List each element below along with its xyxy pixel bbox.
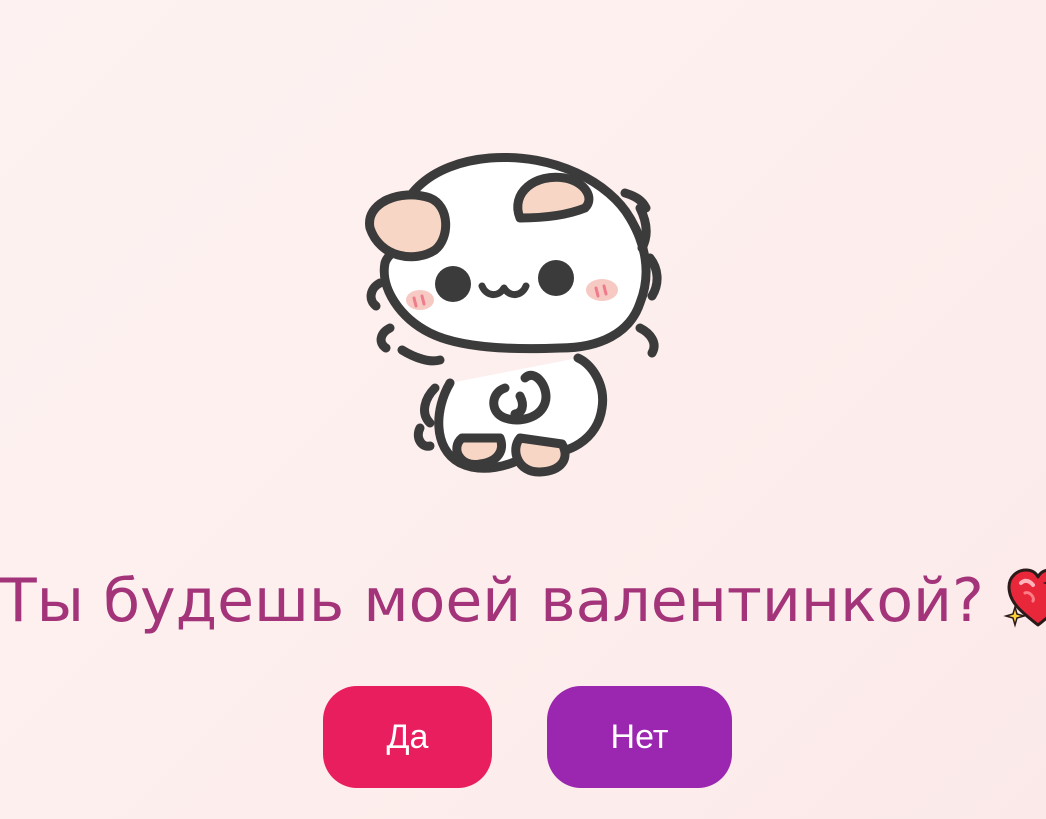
valentine-page: Ты будешь моей валентинкой? Да Нет — [0, 0, 1046, 819]
question-heading: Ты будешь моей валентинкой? — [0, 566, 1046, 636]
no-button[interactable]: Нет — [547, 686, 732, 788]
sparkling-heart-icon — [1003, 563, 1046, 633]
yes-button[interactable]: Да — [323, 686, 492, 788]
question-text: Ты будешь моей валентинкой? — [0, 566, 984, 636]
cat-illustration — [340, 138, 690, 498]
